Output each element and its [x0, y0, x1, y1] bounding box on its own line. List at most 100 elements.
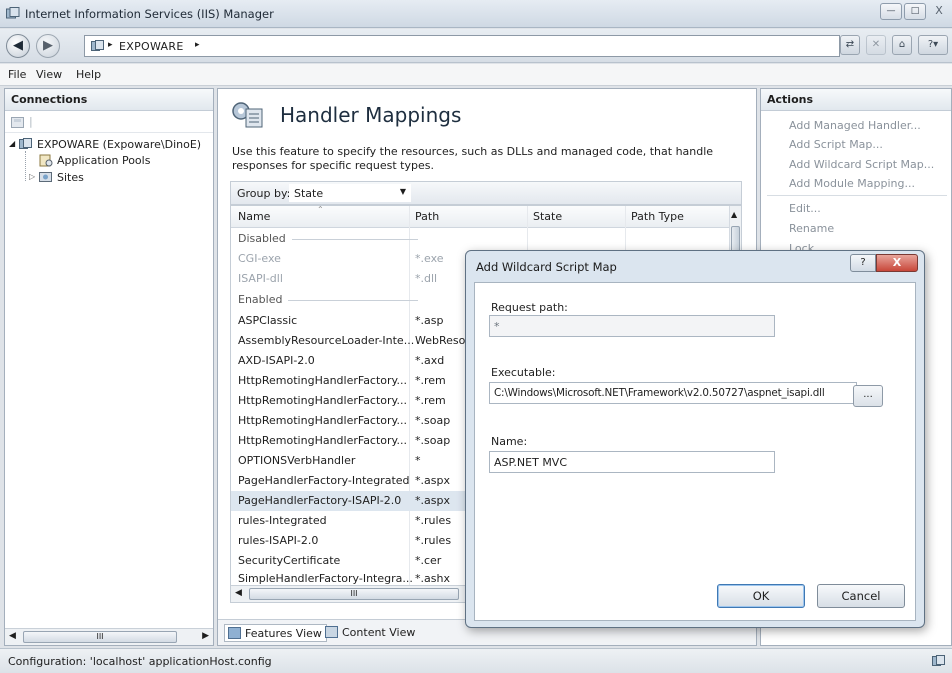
minimize-button[interactable]: —	[880, 3, 902, 20]
row-name: PageHandlerFactory-Integrated	[238, 474, 410, 487]
status-server-icon	[932, 655, 945, 666]
row-path: *	[415, 454, 421, 467]
collapse-arrow-icon[interactable]: ▷	[29, 172, 35, 181]
expand-arrow-icon[interactable]: ◢	[9, 139, 15, 148]
horizontal-scroll-thumb[interactable]: III	[249, 588, 459, 600]
page-description: Use this feature to specify the resource…	[232, 145, 714, 172]
features-view-icon	[228, 627, 241, 639]
tab-content-view[interactable]: Content View	[322, 624, 419, 642]
tree-server-node[interactable]: EXPOWARE (Expoware\DinoE)	[37, 138, 201, 151]
row-path: *.axd	[415, 354, 445, 367]
grid-header: Name ⌃ Path State Path Type	[231, 206, 731, 228]
action-add-managed-handler[interactable]: Add Managed Handler...	[789, 119, 921, 132]
group-row-disabled: Disabled	[231, 229, 731, 249]
request-path-field[interactable]: *	[489, 315, 775, 337]
tab-features-view[interactable]: Features View	[224, 624, 327, 642]
menu-help[interactable]: Help	[76, 68, 101, 81]
forward-arrow-icon: ▶	[43, 38, 53, 53]
row-path: *.aspx	[415, 494, 450, 507]
row-name: SimpleHandlerFactory-Integra...	[238, 572, 413, 585]
executable-label: Executable:	[491, 366, 556, 379]
row-path: *.soap	[415, 434, 451, 447]
tree-sites[interactable]: Sites	[57, 171, 84, 184]
server-icon	[91, 40, 104, 51]
breadcrumb-next[interactable]: ▸	[195, 40, 200, 50]
row-path: *.aspx	[415, 474, 450, 487]
window-controls: — □ X	[880, 3, 950, 20]
row-name: ISAPI-dll	[238, 272, 283, 285]
row-name: HttpRemotingHandlerFactory...	[238, 394, 407, 407]
help-icon[interactable]: ?▾	[918, 35, 948, 55]
connect-icon[interactable]: ⇄	[840, 35, 860, 55]
name-label: Name:	[491, 435, 528, 448]
connections-header: Connections	[5, 89, 213, 111]
actions-header: Actions	[761, 89, 951, 111]
action-add-wildcard-script-map[interactable]: Add Wildcard Script Map...	[789, 158, 934, 171]
action-edit[interactable]: Edit...	[789, 202, 821, 215]
row-path: *.exe	[415, 252, 444, 265]
home-icon[interactable]: ⌂	[892, 35, 912, 55]
maximize-button[interactable]: □	[904, 3, 926, 20]
scroll-thumb[interactable]: III	[23, 631, 177, 643]
scroll-right-icon[interactable]: ▶	[202, 631, 209, 641]
status-bar: Configuration: 'localhost' applicationHo…	[0, 648, 952, 673]
menu-file[interactable]: File	[8, 68, 26, 81]
cancel-button[interactable]: Cancel	[817, 584, 905, 608]
dialog-controls: ? X	[850, 254, 918, 272]
add-wildcard-script-map-dialog: Add Wildcard Script Map ? X Request path…	[465, 250, 925, 628]
page-title: Handler Mappings	[280, 103, 462, 127]
scroll-left-icon[interactable]: ◀	[235, 588, 242, 598]
row-path: *.rules	[415, 534, 452, 547]
connections-scrollbar[interactable]: ◀ III ▶	[5, 628, 213, 645]
row-path: *.dll	[415, 272, 438, 285]
close-button[interactable]: X	[928, 3, 950, 20]
executable-field[interactable]: C:\Windows\Microsoft.NET\Framework\v2.0.…	[489, 382, 857, 404]
col-state[interactable]: State	[533, 210, 562, 223]
row-path: WebResou	[415, 334, 473, 347]
action-add-script-map[interactable]: Add Script Map...	[789, 138, 883, 151]
request-path-label: Request path:	[491, 301, 568, 314]
content-view-icon	[325, 626, 338, 638]
row-name: rules-ISAPI-2.0	[238, 534, 319, 547]
address-box[interactable]: ▸ EXPOWARE ▸	[84, 35, 840, 57]
row-name: AssemblyResourceLoader-Inte...	[238, 334, 415, 347]
back-button[interactable]: ◀	[6, 34, 30, 58]
row-name: HttpRemotingHandlerFactory...	[238, 434, 407, 447]
row-path: *.soap	[415, 414, 451, 427]
action-rename[interactable]: Rename	[789, 222, 834, 235]
group-by-value: State	[294, 187, 324, 200]
toolbar-divider: |	[29, 115, 33, 128]
row-name: HttpRemotingHandlerFactory...	[238, 414, 407, 427]
address-tools: ⇄ ✕ ⌂ ?▾	[840, 35, 948, 55]
name-field[interactable]: ASP.NET MVC	[489, 451, 775, 473]
browse-button[interactable]: ...	[853, 385, 883, 407]
col-path-type[interactable]: Path Type	[631, 210, 684, 223]
breadcrumb-separator[interactable]: ▸	[108, 40, 113, 50]
iis-app-icon	[6, 7, 20, 19]
group-by-select[interactable]: State ▼	[289, 184, 411, 202]
scroll-up-icon[interactable]: ▲	[731, 210, 737, 219]
tree-application-pools[interactable]: Application Pools	[57, 154, 150, 167]
col-name[interactable]: Name	[238, 210, 270, 223]
action-add-module-mapping[interactable]: Add Module Mapping...	[789, 177, 915, 190]
scroll-left-icon[interactable]: ◀	[9, 631, 16, 641]
dialog-close-button[interactable]: X	[876, 254, 918, 272]
forward-button[interactable]: ▶	[36, 34, 60, 58]
row-path: *.rem	[415, 394, 446, 407]
dialog-body: Request path: * Executable: C:\Windows\M…	[474, 282, 916, 621]
ok-button[interactable]: OK	[717, 584, 805, 608]
group-by-bar: Group by: State ▼	[230, 181, 742, 205]
dialog-help-button[interactable]: ?	[850, 254, 876, 272]
breadcrumb-server[interactable]: EXPOWARE	[119, 40, 184, 53]
sort-caret-icon: ⌃	[317, 205, 324, 214]
menu-view[interactable]: View	[36, 68, 62, 81]
save-connections-icon[interactable]	[11, 117, 25, 129]
handler-mappings-icon	[232, 102, 263, 128]
row-name: OPTIONSVerbHandler	[238, 454, 356, 467]
group-label: Disabled	[238, 232, 292, 245]
col-path[interactable]: Path	[415, 210, 439, 223]
row-name: ASPClassic	[238, 314, 298, 327]
stop-icon[interactable]: ✕	[866, 35, 886, 55]
address-bar: ◀ ▶ ▸ EXPOWARE ▸ ⇄ ✕ ⌂ ?▾	[0, 29, 952, 63]
row-name: PageHandlerFactory-ISAPI-2.0	[238, 494, 402, 507]
